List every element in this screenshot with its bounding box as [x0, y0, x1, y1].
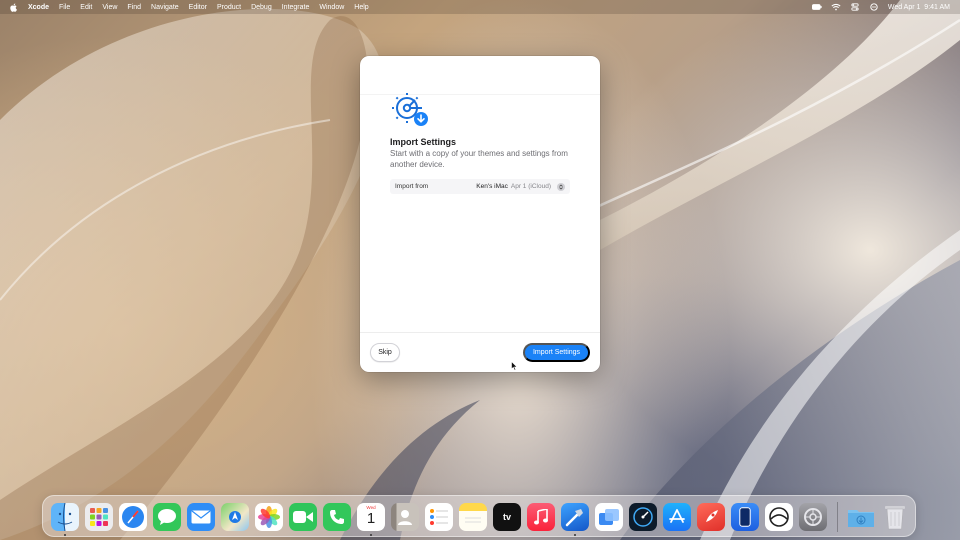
menu-window[interactable]: Window: [319, 4, 344, 11]
dialog-bottom-separator: [360, 332, 600, 333]
import-settings-button[interactable]: Import Settings: [523, 343, 590, 362]
mouse-cursor-icon: [511, 361, 518, 371]
reminders-icon[interactable]: [425, 503, 453, 531]
messages-icon[interactable]: [153, 503, 181, 531]
xcode-icon[interactable]: [561, 503, 589, 531]
dock: Wed 1 tv: [42, 495, 916, 537]
downloads-folder-icon[interactable]: [847, 503, 875, 531]
safari-icon[interactable]: [119, 503, 147, 531]
wifi-icon[interactable]: [831, 3, 841, 11]
preview-icon[interactable]: [595, 503, 623, 531]
control-center-icon[interactable]: [850, 3, 860, 11]
calendar-running-indicator: [370, 534, 372, 536]
siri-icon[interactable]: [869, 3, 879, 11]
menu-product[interactable]: Product: [217, 4, 241, 11]
menu-find[interactable]: Find: [127, 4, 141, 11]
contacts-icon[interactable]: [391, 503, 419, 531]
menu-debug[interactable]: Debug: [251, 4, 272, 11]
menu-editor[interactable]: Editor: [189, 4, 207, 11]
photos-icon[interactable]: [255, 503, 283, 531]
menu-file[interactable]: File: [59, 4, 70, 11]
import-settings-dialog: Import Settings Start with a copy of you…: [360, 56, 600, 372]
launchpad-icon[interactable]: [85, 503, 113, 531]
menubar-clock[interactable]: Wed Apr 1 9:41 AM: [888, 4, 950, 11]
menu-bar: Xcode File Edit View Find Navigate Edito…: [0, 0, 960, 14]
import-from-popup[interactable]: Import from Ken's iMac Apr 1 (iCloud): [390, 179, 570, 194]
settings-import-icon: [392, 93, 428, 126]
xcode-running-indicator: [574, 534, 576, 536]
import-from-value: Ken's iMac Apr 1 (iCloud): [476, 183, 551, 190]
dialog-title: Import Settings: [390, 137, 457, 147]
skip-button[interactable]: Skip: [370, 343, 400, 362]
mail-icon[interactable]: [187, 503, 215, 531]
trash-icon[interactable]: [881, 503, 909, 531]
finder-icon[interactable]: [51, 503, 79, 531]
apple-menu-icon[interactable]: [10, 3, 18, 12]
chevron-up-down-icon[interactable]: [557, 182, 565, 191]
maps-icon[interactable]: [221, 503, 249, 531]
app-store-icon[interactable]: [663, 503, 691, 531]
import-from-device: Ken's iMac: [476, 183, 508, 190]
accessibility-inspector-icon[interactable]: [765, 503, 793, 531]
menu-integrate[interactable]: Integrate: [282, 4, 310, 11]
rocketsim-icon[interactable]: [697, 503, 725, 531]
menu-help[interactable]: Help: [354, 4, 368, 11]
finder-running-indicator: [64, 534, 66, 536]
music-icon[interactable]: [527, 503, 555, 531]
menu-edit[interactable]: Edit: [80, 4, 92, 11]
battery-icon[interactable]: [811, 3, 822, 11]
import-from-label: Import from: [395, 183, 429, 190]
menu-app-name[interactable]: Xcode: [28, 4, 49, 11]
facetime-icon[interactable]: [289, 503, 317, 531]
notes-icon[interactable]: [459, 503, 487, 531]
dialog-description: Start with a copy of your themes and set…: [390, 149, 568, 169]
menu-view[interactable]: View: [102, 4, 117, 11]
instruments-icon[interactable]: [629, 503, 657, 531]
calendar-icon[interactable]: Wed 1: [357, 503, 385, 531]
tv-label: tv: [502, 512, 511, 522]
import-from-detail: Apr 1 (iCloud): [510, 183, 551, 190]
menu-navigate[interactable]: Navigate: [151, 4, 179, 11]
dock-divider: [837, 502, 838, 532]
simulator-icon[interactable]: [731, 503, 759, 531]
phone-icon[interactable]: [323, 503, 351, 531]
tv-icon[interactable]: tv: [493, 503, 521, 531]
calendar-day: 1: [366, 510, 376, 527]
system-settings-icon[interactable]: [799, 503, 827, 531]
